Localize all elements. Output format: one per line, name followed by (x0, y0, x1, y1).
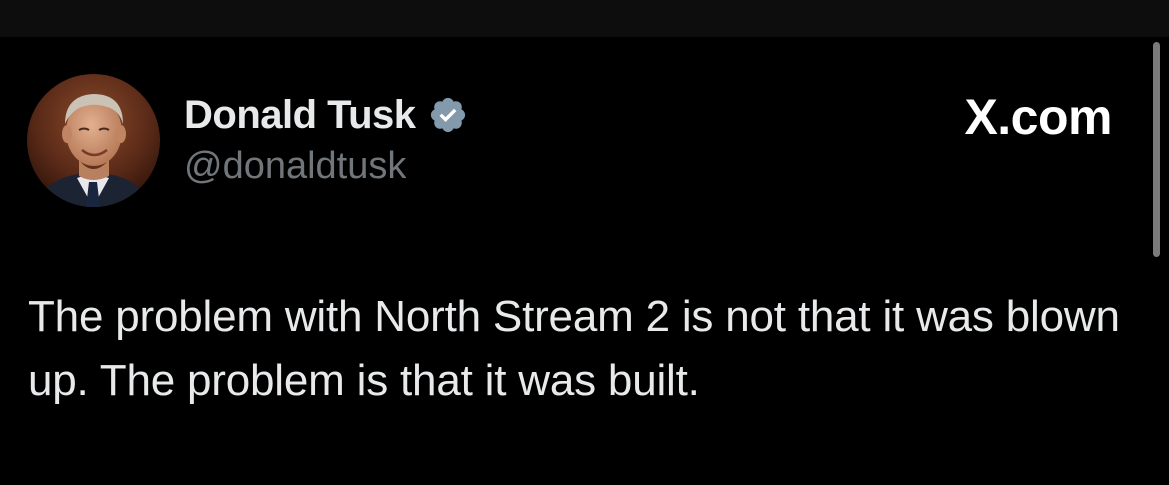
author-handle[interactable]: @donaldtusk (184, 145, 406, 188)
avatar[interactable] (27, 74, 160, 207)
scrollbar[interactable] (1153, 42, 1160, 257)
brand-label: X.com (964, 89, 1112, 145)
verified-badge-icon (428, 95, 468, 135)
display-name[interactable]: Donald Tusk (184, 93, 416, 138)
author-row: Donald Tusk (184, 90, 468, 140)
top-bar (0, 0, 1169, 37)
avatar-photo (27, 74, 160, 207)
tweet-text: The problem with North Stream 2 is not t… (28, 292, 1120, 405)
